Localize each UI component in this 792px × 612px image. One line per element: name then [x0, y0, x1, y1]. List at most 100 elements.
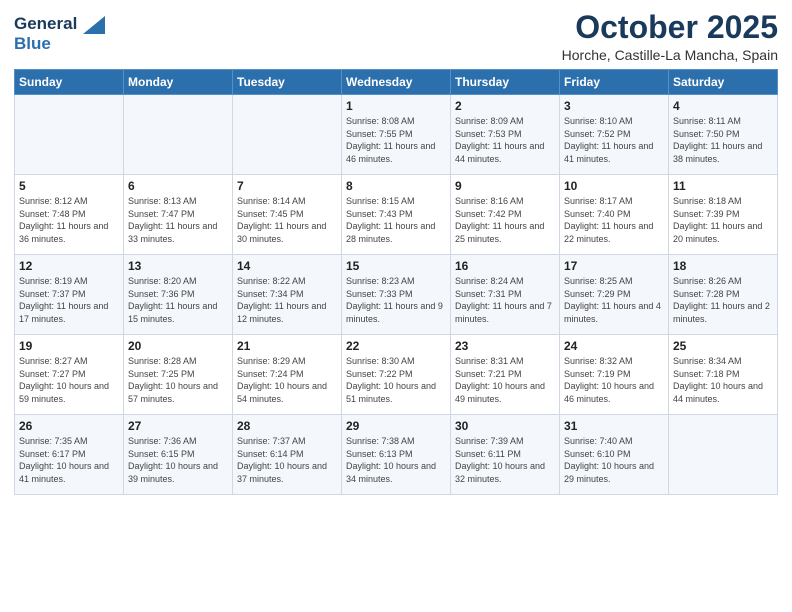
calendar-cell: 5Sunrise: 8:12 AMSunset: 7:48 PMDaylight…	[15, 175, 124, 255]
month-title: October 2025	[562, 10, 778, 45]
calendar-cell	[233, 95, 342, 175]
day-number: 26	[19, 419, 119, 433]
day-info: Sunrise: 8:23 AMSunset: 7:33 PMDaylight:…	[346, 275, 446, 325]
location: Horche, Castille-La Mancha, Spain	[562, 47, 778, 63]
logo-blue-text: Blue	[14, 34, 105, 54]
calendar-cell: 29 Sunrise: 7:38 AMSunset: 6:13 PMDayligh…	[342, 415, 451, 495]
calendar-cell: 30Sunrise: 7:39 AMSunset: 6:11 PMDayligh…	[451, 415, 560, 495]
day-info: Sunrise: 8:32 AMSunset: 7:19 PMDaylight:…	[564, 355, 664, 405]
day-info: Sunrise: 8:17 AMSunset: 7:40 PMDaylight:…	[564, 195, 664, 245]
day-info: Sunrise: 7:38 AMSunset: 6:13 PMDaylight:…	[346, 435, 446, 485]
calendar-cell: 12Sunrise: 8:19 AMSunset: 7:37 PMDayligh…	[15, 255, 124, 335]
day-info: Sunrise: 8:28 AMSunset: 7:25 PMDaylight:…	[128, 355, 228, 405]
calendar-cell: 4 Sunrise: 8:11 AMSunset: 7:50 PMDaylight…	[669, 95, 778, 175]
day-number: 4	[673, 99, 773, 113]
day-number: 25	[673, 339, 773, 353]
calendar-cell: 13Sunrise: 8:20 AMSunset: 7:36 PMDayligh…	[124, 255, 233, 335]
logo: General Blue	[14, 14, 105, 53]
calendar-cell	[15, 95, 124, 175]
logo-triangle-icon	[83, 16, 105, 34]
day-info: Sunrise: 8:10 AMSunset: 7:52 PMDaylight:…	[564, 115, 664, 165]
weekday-header-thursday: Thursday	[451, 70, 560, 95]
calendar-cell: 3Sunrise: 8:10 AMSunset: 7:52 PMDaylight…	[560, 95, 669, 175]
day-info: Sunrise: 8:14 AMSunset: 7:45 PMDaylight:…	[237, 195, 337, 245]
day-number: 20	[128, 339, 228, 353]
day-info: Sunrise: 8:30 AMSunset: 7:22 PMDaylight:…	[346, 355, 446, 405]
day-number: 15	[346, 259, 446, 273]
day-number: 31	[564, 419, 664, 433]
day-info: Sunrise: 8:31 AMSunset: 7:21 PMDaylight:…	[455, 355, 555, 405]
day-number: 28	[237, 419, 337, 433]
weekday-header-monday: Monday	[124, 70, 233, 95]
calendar-cell: 11Sunrise: 8:18 AMSunset: 7:39 PMDayligh…	[669, 175, 778, 255]
calendar-cell: 9Sunrise: 8:16 AMSunset: 7:42 PMDaylight…	[451, 175, 560, 255]
day-number: 14	[237, 259, 337, 273]
calendar-cell: 2 Sunrise: 8:09 AMSunset: 7:53 PMDaylight…	[451, 95, 560, 175]
calendar-cell: 23 Sunrise: 8:31 AMSunset: 7:21 PMDayligh…	[451, 335, 560, 415]
page-container: General Blue October 2025 Horche, Castil…	[0, 0, 792, 505]
title-block: October 2025 Horche, Castille-La Mancha,…	[562, 10, 778, 63]
calendar-cell: 21 Sunrise: 8:29 AMSunset: 7:24 PMDayligh…	[233, 335, 342, 415]
calendar-cell: 8 Sunrise: 8:15 AMSunset: 7:43 PMDaylight…	[342, 175, 451, 255]
calendar-cell: 17 Sunrise: 8:25 AMSunset: 7:29 PMDayligh…	[560, 255, 669, 335]
day-number: 9	[455, 179, 555, 193]
day-info: Sunrise: 8:12 AMSunset: 7:48 PMDaylight:…	[19, 195, 119, 245]
day-info: Sunrise: 7:36 AMSunset: 6:15 PMDaylight:…	[128, 435, 228, 485]
calendar-cell: 16 Sunrise: 8:24 AMSunset: 7:31 PMDayligh…	[451, 255, 560, 335]
calendar-cell: 10 Sunrise: 8:17 AMSunset: 7:40 PMDayligh…	[560, 175, 669, 255]
day-number: 24	[564, 339, 664, 353]
calendar-cell: 31Sunrise: 7:40 AMSunset: 6:10 PMDayligh…	[560, 415, 669, 495]
day-number: 30	[455, 419, 555, 433]
logo-text: General	[14, 14, 105, 34]
day-number: 21	[237, 339, 337, 353]
calendar-cell: 28 Sunrise: 7:37 AMSunset: 6:14 PMDayligh…	[233, 415, 342, 495]
calendar-cell: 1Sunrise: 8:08 AMSunset: 7:55 PMDaylight…	[342, 95, 451, 175]
calendar-cell: 20 Sunrise: 8:28 AMSunset: 7:25 PMDayligh…	[124, 335, 233, 415]
day-info: Sunrise: 7:35 AMSunset: 6:17 PMDaylight:…	[19, 435, 119, 485]
day-info: Sunrise: 8:29 AMSunset: 7:24 PMDaylight:…	[237, 355, 337, 405]
day-number: 2	[455, 99, 555, 113]
day-number: 23	[455, 339, 555, 353]
day-number: 29	[346, 419, 446, 433]
weekday-header-friday: Friday	[560, 70, 669, 95]
calendar-cell: 6Sunrise: 8:13 AMSunset: 7:47 PMDaylight…	[124, 175, 233, 255]
calendar-cell: 27Sunrise: 7:36 AMSunset: 6:15 PMDayligh…	[124, 415, 233, 495]
day-number: 8	[346, 179, 446, 193]
day-info: Sunrise: 8:19 AMSunset: 7:37 PMDaylight:…	[19, 275, 119, 325]
calendar-cell: 22 Sunrise: 8:30 AMSunset: 7:22 PMDayligh…	[342, 335, 451, 415]
calendar-cell: 7 Sunrise: 8:14 AMSunset: 7:45 PMDaylight…	[233, 175, 342, 255]
day-info: Sunrise: 8:20 AMSunset: 7:36 PMDaylight:…	[128, 275, 228, 325]
day-info: Sunrise: 8:11 AMSunset: 7:50 PMDaylight:…	[673, 115, 773, 165]
weekday-header-wednesday: Wednesday	[342, 70, 451, 95]
weekday-header-tuesday: Tuesday	[233, 70, 342, 95]
calendar-cell: 15 Sunrise: 8:23 AMSunset: 7:33 PMDayligh…	[342, 255, 451, 335]
day-number: 22	[346, 339, 446, 353]
calendar-table: SundayMondayTuesdayWednesdayThursdayFrid…	[14, 69, 778, 495]
weekday-header-saturday: Saturday	[669, 70, 778, 95]
day-info: Sunrise: 8:08 AMSunset: 7:55 PMDaylight:…	[346, 115, 446, 165]
day-number: 11	[673, 179, 773, 193]
weekday-header-row: SundayMondayTuesdayWednesdayThursdayFrid…	[15, 70, 778, 95]
calendar-cell: 26 Sunrise: 7:35 AMSunset: 6:17 PMDayligh…	[15, 415, 124, 495]
day-number: 7	[237, 179, 337, 193]
calendar-week-row: 26 Sunrise: 7:35 AMSunset: 6:17 PMDayligh…	[15, 415, 778, 495]
calendar-cell: 24 Sunrise: 8:32 AMSunset: 7:19 PMDayligh…	[560, 335, 669, 415]
day-number: 19	[19, 339, 119, 353]
day-info: Sunrise: 7:37 AMSunset: 6:14 PMDaylight:…	[237, 435, 337, 485]
day-info: Sunrise: 8:24 AMSunset: 7:31 PMDaylight:…	[455, 275, 555, 325]
calendar-cell: 14Sunrise: 8:22 AMSunset: 7:34 PMDayligh…	[233, 255, 342, 335]
day-number: 10	[564, 179, 664, 193]
day-info: Sunrise: 8:25 AMSunset: 7:29 PMDaylight:…	[564, 275, 664, 325]
day-info: Sunrise: 8:26 AMSunset: 7:28 PMDaylight:…	[673, 275, 773, 325]
day-info: Sunrise: 8:27 AMSunset: 7:27 PMDaylight:…	[19, 355, 119, 405]
calendar-week-row: 12Sunrise: 8:19 AMSunset: 7:37 PMDayligh…	[15, 255, 778, 335]
calendar-week-row: 19 Sunrise: 8:27 AMSunset: 7:27 PMDayligh…	[15, 335, 778, 415]
header: General Blue October 2025 Horche, Castil…	[14, 10, 778, 63]
day-info: Sunrise: 8:15 AMSunset: 7:43 PMDaylight:…	[346, 195, 446, 245]
day-info: Sunrise: 8:34 AMSunset: 7:18 PMDaylight:…	[673, 355, 773, 405]
calendar-cell: 25 Sunrise: 8:34 AMSunset: 7:18 PMDayligh…	[669, 335, 778, 415]
calendar-cell: 18Sunrise: 8:26 AMSunset: 7:28 PMDayligh…	[669, 255, 778, 335]
day-number: 17	[564, 259, 664, 273]
day-number: 16	[455, 259, 555, 273]
day-info: Sunrise: 8:09 AMSunset: 7:53 PMDaylight:…	[455, 115, 555, 165]
